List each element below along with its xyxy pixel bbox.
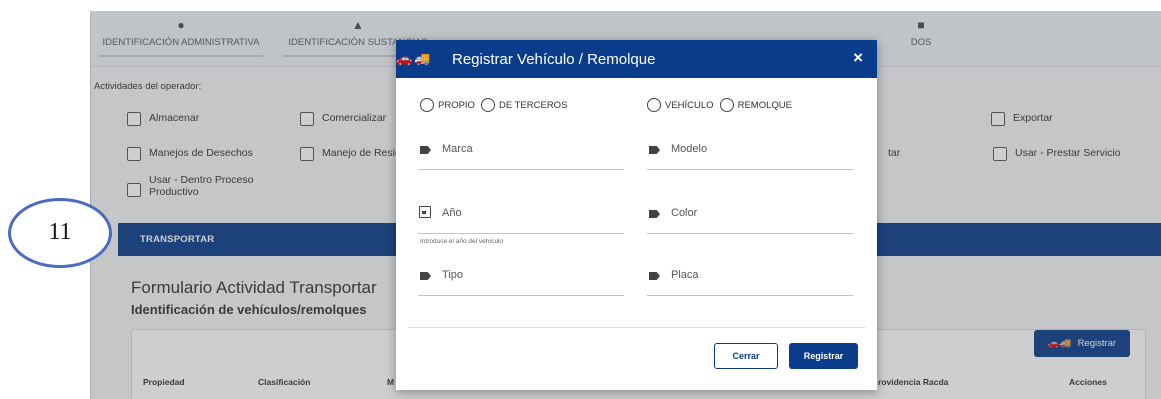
car-truck-icon: 🚗🚚: [396, 51, 431, 66]
modal-header: 🚗 🚚 Registrar Vehículo / Remolque ×: [396, 40, 877, 78]
modal-footer-divider: [408, 327, 865, 328]
calendar-icon: [419, 206, 431, 218]
close-icon[interactable]: ×: [853, 48, 863, 68]
radio-de-terceros[interactable]: [480, 98, 495, 112]
radio-propio[interactable]: [420, 98, 434, 112]
registrar-button[interactable]: Registrar: [789, 343, 858, 369]
anio-hint: Introduce el año del vehículo: [420, 238, 504, 245]
modelo-field[interactable]: Modelo: [647, 140, 853, 170]
marca-field[interactable]: Marca: [418, 140, 624, 170]
register-vehicle-modal: 🚗 🚚 Registrar Vehículo / Remolque × PROPI…: [396, 40, 877, 390]
tag-icon: [420, 272, 431, 280]
ownership-radio-group: PROPIO DE TERCEROS: [420, 98, 567, 112]
callout-circle: 11: [8, 198, 112, 268]
radio-vehiculo[interactable]: [647, 98, 661, 112]
tag-icon: [649, 210, 660, 218]
tag-icon: [649, 272, 660, 280]
cerrar-button[interactable]: Cerrar: [714, 343, 778, 369]
callout-number: 11: [48, 219, 72, 245]
type-radio-group: VEHÍCULO REMOLQUE: [647, 98, 792, 112]
modal-title: Registrar Vehículo / Remolque: [452, 51, 656, 68]
color-field[interactable]: Color: [647, 204, 853, 234]
tag-icon: [420, 146, 431, 154]
tag-icon: [649, 146, 660, 154]
anio-field[interactable]: Año: [418, 204, 624, 234]
radio-remolque[interactable]: [719, 98, 734, 112]
tipo-field[interactable]: Tipo: [418, 266, 624, 296]
placa-field[interactable]: Placa: [647, 266, 853, 296]
